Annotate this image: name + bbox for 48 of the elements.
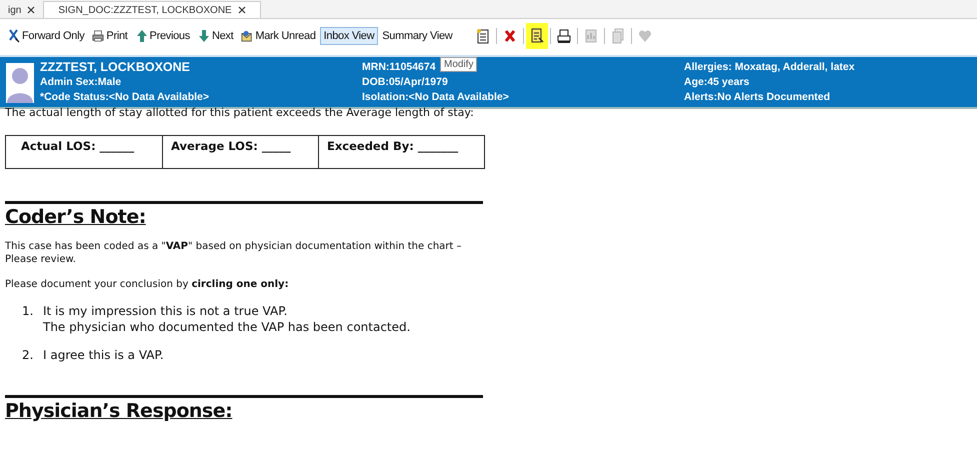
patient-name: ZZZTEST, LOCKBOXONE [40, 60, 190, 74]
delete-icon [503, 28, 518, 44]
toolbar-button[interactable]: Inbox View [320, 27, 378, 45]
modify-button[interactable] [526, 23, 548, 49]
envelope-icon [241, 29, 254, 43]
patient-detail: MRN:11054674 [362, 60, 436, 74]
patient-detail: Isolation:<No Data Available> [362, 90, 509, 104]
table-cell: Average LOS: _____ [171, 139, 291, 153]
toolbar-button[interactable]: Previous [132, 26, 194, 46]
section-heading: Physician’s Response: [5, 400, 234, 422]
toolbar-button[interactable]: Summary View [378, 27, 456, 45]
patient-detail: *Code Status:<No Data Available> [40, 90, 210, 104]
list-text: The physician who documented the VAP has been contacted. [43, 319, 410, 335]
tooltip: Modify [440, 57, 478, 72]
list-number: 2. [22, 347, 34, 363]
printer-icon [557, 28, 572, 44]
table-cell: Actual LOS: ______ [21, 139, 134, 153]
patient-detail: Age:45 years [684, 74, 750, 90]
down-arrow-icon [198, 29, 210, 43]
patient-detail: Allergies: Moxatag, Adderall, latex [684, 60, 855, 74]
document-tab[interactable]: ign [0, 2, 44, 18]
paragraph: Please document your conclusion by circling one only: [5, 278, 290, 291]
list-number: 1. [22, 303, 34, 320]
toolbar-button[interactable]: Next [194, 26, 238, 46]
paragraph: The actual length of stay allotted for this patient exceeds the Average length of stay: [5, 107, 475, 119]
section-heading: Coder’s Note: [5, 206, 147, 228]
paragraph: This case has been coded as a "VAP" based on physician documentation within the chart – Please review. [5, 240, 462, 266]
document-tab[interactable]: SIGN_DOC:ZZZTEST, LOCKBOXONE [43, 1, 261, 18]
printer-icon [92, 29, 104, 43]
up-arrow-icon [136, 29, 148, 43]
patient-detail: Alerts:No Alerts Documented [684, 90, 830, 104]
document-icon [530, 28, 544, 44]
list-text: I agree this is a VAP. [43, 347, 164, 363]
document-icon [476, 28, 490, 44]
close-icon[interactable] [238, 6, 246, 14]
heart-icon [638, 28, 652, 44]
toolbar-button[interactable]: Forward Only [4, 26, 88, 46]
toolbar-button[interactable]: Print [88, 26, 132, 46]
patient-detail: DOB:05/Apr/1979 [362, 74, 448, 90]
table-cell: Exceeded By: _______ [327, 139, 458, 153]
close-icon[interactable] [27, 6, 36, 14]
toolbar-button[interactable]: Mark Unread [237, 26, 320, 46]
patient-detail: Admin Sex:Male [40, 74, 122, 90]
avatar-icon [6, 63, 34, 103]
pages-icon [611, 28, 626, 44]
list-text: It is my impression this is not a true VAP. [43, 303, 288, 319]
forward-icon [8, 29, 20, 43]
chart-icon [584, 28, 598, 44]
